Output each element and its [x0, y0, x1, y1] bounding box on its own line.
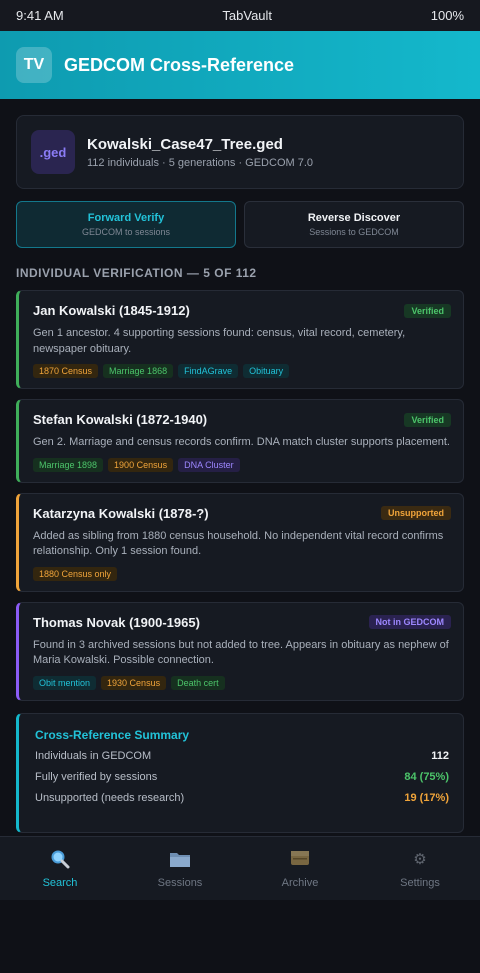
- page-title: GEDCOM Cross-Reference: [64, 54, 295, 75]
- individual-card[interactable]: Jan Kowalski (1845-1912) Verified Gen 1 …: [16, 290, 464, 389]
- individual-description: Added as sibling from 1880 census househ…: [33, 529, 444, 558]
- gedcom-file-card[interactable]: .ged Kowalski_Case47_Tree.ged 112 indivi…: [16, 115, 464, 189]
- source-tag[interactable]: 1900 Census: [108, 457, 174, 472]
- individual-card[interactable]: Stefan Kowalski (1872-1940) Verified Gen…: [16, 399, 464, 483]
- status-carrier: TabVault: [222, 8, 273, 23]
- summary-row: Individuals in GEDCOM 112: [35, 750, 449, 763]
- gear-icon: ⚙: [413, 850, 427, 868]
- status-badge: Not in GEDCOM: [368, 615, 451, 629]
- toggle-title: Forward Verify: [87, 212, 165, 224]
- folder-icon: [169, 849, 191, 871]
- individual-name: Katarzyna Kowalski (1878-?): [33, 505, 209, 521]
- tab-archive[interactable]: Archive: [240, 837, 360, 900]
- mode-toggle: Forward Verify GEDCOM to sessions Revers…: [16, 201, 464, 248]
- individual-header: Jan Kowalski (1845-1912) Verified: [33, 303, 451, 318]
- summary-title: Cross-Reference Summary: [35, 727, 190, 742]
- source-tag[interactable]: Obit mention: [33, 675, 97, 690]
- cross-reference-summary: Cross-Reference Summary Individuals in G…: [16, 712, 464, 833]
- status-time: 9:41 AM: [16, 8, 64, 23]
- source-tag[interactable]: DNA Cluster: [178, 457, 240, 472]
- individual-header: Thomas Novak (1900-1965) Not in GEDCOM: [33, 615, 451, 630]
- source-tags: 1880 Census only: [33, 566, 451, 581]
- source-tag[interactable]: Obituary: [243, 364, 290, 378]
- source-tag[interactable]: 1880 Census only: [33, 566, 118, 581]
- individual-name: Thomas Novak (1900-1965): [33, 614, 200, 630]
- summary-label: Unsupported (needs research): [35, 791, 185, 804]
- tab-label: Settings: [400, 876, 440, 889]
- source-tags: Obit mention 1930 Census Death cert: [33, 675, 451, 690]
- source-tags: Marriage 1898 1900 Census DNA Cluster: [33, 457, 451, 472]
- file-info: Kowalski_Case47_Tree.ged 112 individuals…: [87, 136, 313, 169]
- app-header: TV GEDCOM Cross-Reference: [0, 31, 480, 99]
- toggle-title: Reverse Discover: [307, 212, 401, 224]
- toggle-subtitle: Sessions to GEDCOM: [309, 227, 399, 237]
- file-meta: 112 individuals · 5 generations · GEDCOM…: [87, 156, 314, 169]
- status-badge: Unsupported: [381, 506, 451, 520]
- source-tag[interactable]: Death cert: [171, 675, 225, 690]
- individual-description: Gen 1 ancestor. 4 supporting sessions fo…: [33, 327, 406, 355]
- status-battery: 100%: [430, 8, 464, 23]
- individual-header: Stefan Kowalski (1872-1940) Verified: [33, 412, 451, 427]
- source-tag[interactable]: 1930 Census: [101, 675, 167, 690]
- individual-description: Gen 2. Marriage and census records confi…: [33, 436, 450, 448]
- summary-row: Unsupported (needs research) 19 (17%): [35, 792, 449, 805]
- individual-description: Found in 3 archived sessions but not add…: [33, 638, 449, 667]
- source-tag[interactable]: Marriage 1898: [33, 457, 104, 472]
- summary-row: Fully verified by sessions 84 (75%): [35, 771, 449, 784]
- tab-label: Archive: [281, 876, 319, 889]
- source-tags: 1870 Census Marriage 1868 FindAGrave Obi…: [33, 364, 451, 378]
- bottom-safe-area: [0, 900, 480, 973]
- individual-header: Katarzyna Kowalski (1878-?) Unsupported: [33, 506, 451, 521]
- source-tag[interactable]: Marriage 1868: [103, 364, 174, 378]
- individual-name: Jan Kowalski (1845-1912): [33, 303, 190, 318]
- tab-label: Search: [42, 876, 78, 889]
- search-icon: [50, 849, 70, 871]
- tab-search[interactable]: Search: [0, 837, 120, 900]
- status-bar: 9:41 AM TabVault 100%: [0, 0, 480, 31]
- summary-label: Individuals in GEDCOM: [35, 749, 152, 762]
- forward-verify-button[interactable]: Forward Verify GEDCOM to sessions: [16, 201, 236, 248]
- toggle-subtitle: GEDCOM to sessions: [81, 227, 171, 237]
- tab-settings[interactable]: ⚙ Settings: [360, 837, 480, 900]
- source-tag[interactable]: FindAGrave: [178, 364, 239, 378]
- file-name: Kowalski_Case47_Tree.ged: [87, 135, 283, 153]
- individual-name: Stefan Kowalski (1872-1940): [33, 412, 208, 427]
- summary-value: 84 (75%): [404, 770, 449, 783]
- main-content: .ged Kowalski_Case47_Tree.ged 112 indivi…: [0, 99, 480, 833]
- summary-value: 112: [431, 749, 449, 762]
- section-title: INDIVIDUAL VERIFICATION — 5 OF 112: [16, 266, 257, 280]
- summary-label: Fully verified by sessions: [35, 770, 158, 783]
- tab-label: Sessions: [157, 876, 203, 889]
- individual-card[interactable]: Katarzyna Kowalski (1878-?) Unsupported …: [16, 492, 464, 592]
- status-badge: Verified: [404, 303, 451, 318]
- gedcom-file-icon: .ged: [31, 130, 75, 174]
- source-tag[interactable]: 1870 Census: [33, 364, 99, 378]
- app-logo: TV: [16, 47, 52, 83]
- tab-bar: Search Sessions Archive ⚙ Settings: [0, 836, 480, 900]
- tab-sessions[interactable]: Sessions: [120, 837, 240, 900]
- individual-card[interactable]: Thomas Novak (1900-1965) Not in GEDCOM F…: [16, 601, 464, 701]
- summary-value: 19 (17%): [404, 791, 449, 804]
- reverse-discover-button[interactable]: Reverse Discover Sessions to GEDCOM: [244, 201, 464, 248]
- status-badge: Verified: [404, 412, 451, 427]
- archive-icon: [290, 849, 310, 871]
